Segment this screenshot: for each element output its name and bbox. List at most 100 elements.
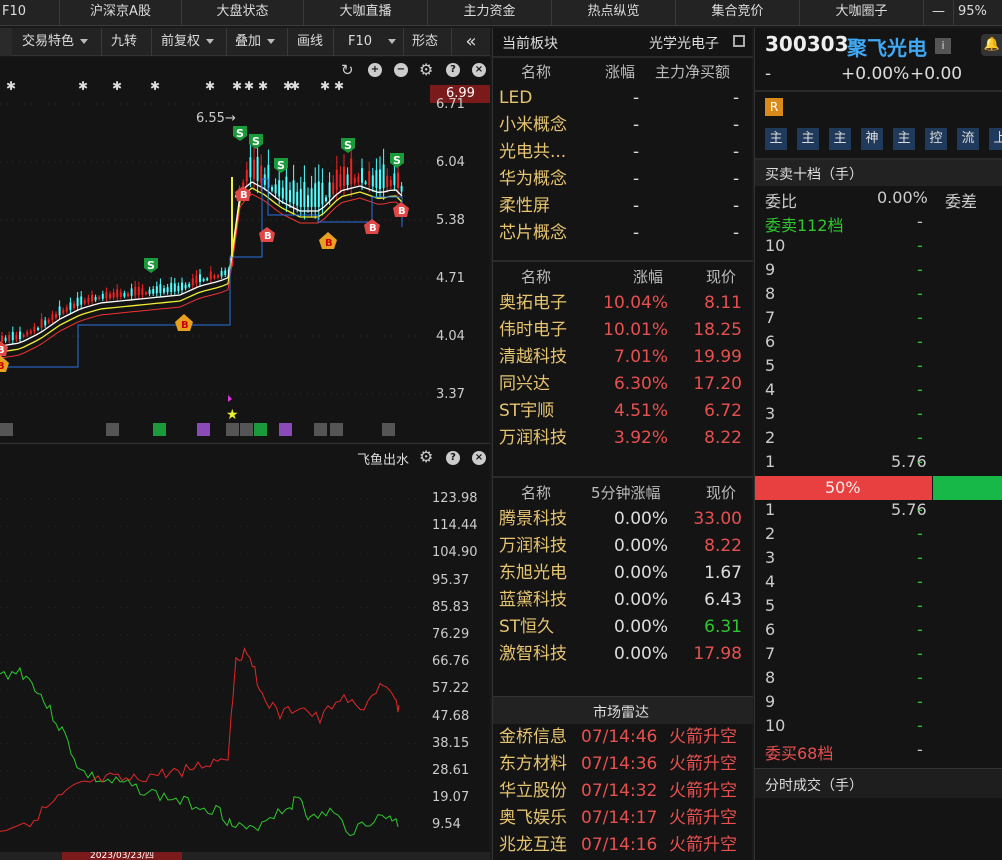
buy-level: 4: [765, 572, 776, 591]
stock-name[interactable]: ST恒久: [499, 614, 554, 641]
sector-name[interactable]: 光电共...: [499, 139, 566, 166]
info-icon[interactable]: i: [935, 38, 951, 54]
nav-market-state[interactable]: 大盘状态: [182, 0, 304, 26]
event-badge: [197, 423, 210, 436]
radar-time: 07/14:17: [581, 808, 658, 828]
candle: [51, 314, 54, 321]
feature-tag[interactable]: 神: [861, 128, 883, 150]
feature-tag[interactable]: 主: [893, 128, 915, 150]
refresh-icon[interactable]: ↻: [341, 61, 354, 79]
bell-icon[interactable]: 🔔: [981, 34, 1002, 56]
candle: [285, 176, 288, 201]
zoom-level[interactable]: 95%: [958, 0, 987, 26]
candle: [170, 282, 173, 292]
sell-volume: -: [917, 380, 923, 399]
star-marker: ✱: [232, 79, 242, 93]
sector-name[interactable]: 华为概念: [499, 166, 567, 193]
sector-name[interactable]: 小米概念: [499, 112, 567, 139]
help-icon[interactable]: ?: [446, 63, 460, 77]
candle: [166, 287, 169, 293]
toolbar-adjust[interactable]: 前复权: [152, 28, 227, 56]
stock-name[interactable]: 清越科技: [499, 344, 567, 371]
feature-tag[interactable]: 控: [925, 128, 947, 150]
stock-name[interactable]: 激智科技: [499, 641, 567, 668]
weibi-value: 0.00%: [877, 188, 928, 207]
expand-icon[interactable]: [733, 35, 745, 47]
stock-name[interactable]: 万润科技: [499, 425, 567, 452]
sector-name[interactable]: 柔性屏: [499, 193, 550, 220]
feature-tag[interactable]: 流: [957, 128, 979, 150]
stock-name[interactable]: 蓝黛科技: [499, 587, 567, 614]
close-icon[interactable]: ×: [472, 63, 486, 77]
toolbar-trade-features[interactable]: 交易特色: [14, 28, 102, 56]
stock-name[interactable]: 万润科技: [499, 533, 567, 560]
candle: [148, 289, 151, 295]
buy-ratio-bar: 50%: [755, 476, 932, 500]
gear-icon[interactable]: ⚙: [419, 447, 433, 466]
radar-stock[interactable]: 华立股份: [499, 778, 567, 805]
help-icon[interactable]: ?: [446, 451, 460, 465]
feature-tag[interactable]: 主: [829, 128, 851, 150]
candle: [4, 337, 7, 342]
indicator-chart[interactable]: 123.98 114.44 104.90 95.37 85.83 76.29 66.76 57…: [0, 471, 490, 852]
nav-f10[interactable]: F10: [0, 0, 60, 26]
kline-chart[interactable]: ✱ ✱ ✱ ✱ ✱ ✱ ✱ ✱ ✱ ✱ ✱ ✱ S S S S S S B B B B B B B B ★ ↻ + − ⚙ ? × …: [0, 57, 490, 442]
candle: [357, 176, 360, 183]
sell-signal-label: S: [236, 127, 244, 140]
feature-tag[interactable]: 上: [989, 128, 1002, 150]
stock-name[interactable]: 伟时电子: [499, 317, 567, 344]
nav-hotspots[interactable]: 热点纵览: [552, 0, 676, 26]
radar-stock[interactable]: 兆龙互连: [499, 832, 567, 859]
candle: [321, 182, 324, 205]
stock-name[interactable]: 东旭光电: [499, 560, 567, 587]
radar-stock[interactable]: 奥飞娱乐: [499, 805, 567, 832]
stock-name[interactable]: 腾景科技: [499, 506, 567, 533]
indicator-green-line: [0, 666, 399, 837]
stock-name[interactable]: ST宇顺: [499, 398, 554, 425]
gear-icon[interactable]: ⚙: [419, 60, 433, 79]
radar-stock[interactable]: 东方材料: [499, 751, 567, 778]
toolbar-overlay[interactable]: 叠加: [227, 28, 288, 56]
feature-tag[interactable]: 主: [797, 128, 819, 150]
divider: [493, 476, 753, 478]
close-icon[interactable]: ×: [472, 451, 486, 465]
toolbar-draw[interactable]: 画线: [288, 28, 334, 56]
nav-hs-a[interactable]: 沪深京A股: [60, 0, 182, 26]
current-sector[interactable]: 光学光电子: [649, 33, 719, 53]
minimize-button[interactable]: —: [924, 0, 954, 26]
col-header: 名称: [521, 268, 552, 286]
nav-circle[interactable]: 大咖圈子: [800, 0, 924, 26]
candle: [73, 303, 75, 308]
candle: [8, 335, 11, 341]
sector-net: -: [733, 196, 740, 216]
stock-price: 6.31: [704, 617, 742, 637]
radar-stock[interactable]: 金桥信息: [499, 724, 567, 751]
candle: [19, 331, 21, 339]
nav-main-funds[interactable]: 主力资金: [428, 0, 552, 26]
toolbar-pattern[interactable]: 形态: [404, 28, 452, 56]
candle: [94, 296, 97, 301]
stock-name[interactable]: 同兴达: [499, 371, 550, 398]
zoom-in-icon[interactable]: +: [368, 63, 382, 77]
toolbar-jiuzhuan[interactable]: 九转: [102, 28, 152, 56]
r-badge[interactable]: R: [765, 98, 783, 116]
feature-tag[interactable]: 主: [765, 128, 787, 150]
star-marker: ✱: [112, 79, 122, 93]
sector-name[interactable]: LED: [499, 85, 532, 112]
indicator-title[interactable]: 飞鱼出水: [357, 449, 409, 468]
indicator-price-label: 9.54: [432, 817, 461, 833]
star-icon: ★: [226, 407, 239, 423]
star-marker: ✱: [244, 79, 254, 93]
nav-auction[interactable]: 集合竞价: [676, 0, 800, 26]
sell-title-value: -: [917, 212, 923, 231]
stock-change: 4.51%: [613, 401, 668, 421]
toolbar-f10[interactable]: F10: [334, 28, 404, 56]
stock-name[interactable]: 奥拓电子: [499, 290, 567, 317]
collapse-icon[interactable]: «: [452, 28, 490, 56]
radar-event: 火箭升空: [669, 754, 737, 774]
sector-name[interactable]: 芯片概念: [499, 220, 567, 247]
nav-live[interactable]: 大咖直播: [304, 0, 428, 26]
zoom-out-icon[interactable]: −: [394, 63, 408, 77]
stock-name[interactable]: 聚飞光电: [847, 32, 927, 61]
sell-level: 6: [765, 332, 776, 351]
